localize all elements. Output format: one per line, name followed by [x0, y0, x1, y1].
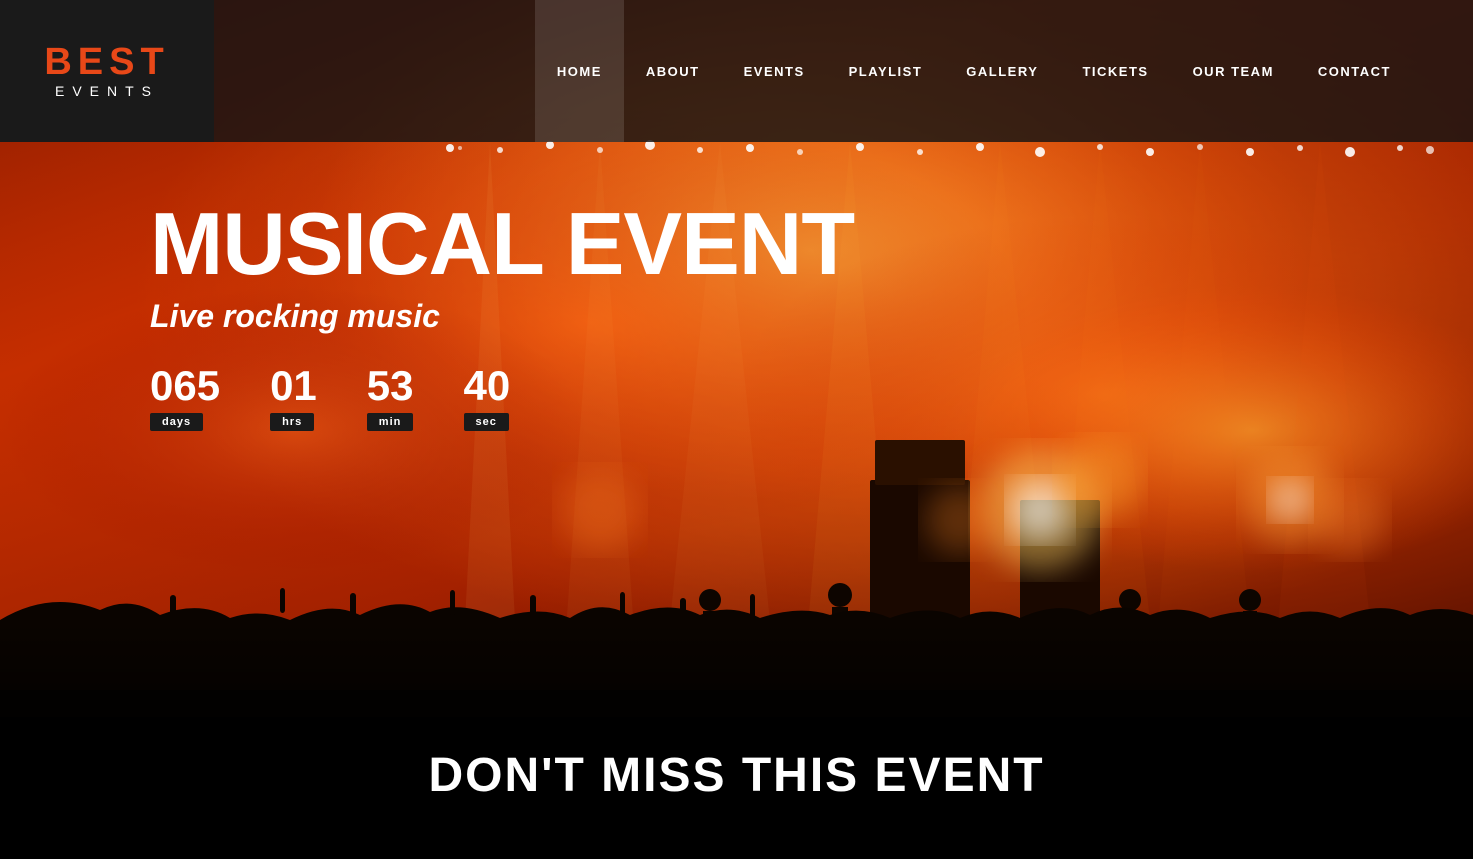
nav-item-playlist[interactable]: PLAYLIST: [827, 0, 945, 142]
logo-events[interactable]: EVENTS: [55, 83, 159, 99]
nav-item-about[interactable]: ABOUT: [624, 0, 722, 142]
countdown-days-label: days: [150, 413, 203, 431]
countdown-min-value: 53: [367, 365, 414, 407]
nav-item-home[interactable]: HOME: [535, 0, 624, 142]
countdown-days-value: 065: [150, 365, 220, 407]
hero-subtitle: Live rocking music: [150, 298, 854, 335]
nav-item-tickets[interactable]: TICKETS: [1060, 0, 1170, 142]
nav-item-contact[interactable]: CONTACT: [1296, 0, 1413, 142]
hero-content: MUSICAL EVENT Live rocking music 065 day…: [150, 200, 854, 431]
countdown-hrs-label: hrs: [270, 413, 314, 431]
countdown-sec-value: 40: [464, 365, 511, 407]
nav-item-gallery[interactable]: GALLERY: [944, 0, 1060, 142]
hero-title: MUSICAL EVENT: [150, 200, 854, 288]
main-nav: HOMEABOUTEVENTSPLAYLISTGALLERYTICKETSOUR…: [214, 0, 1473, 142]
bottom-section: Don't Miss This Event: [0, 717, 1473, 834]
nav-item-our-team[interactable]: OUR TEAM: [1171, 0, 1296, 142]
countdown-hrs: 01 hrs: [270, 365, 317, 431]
bottom-title: Don't Miss This Event: [428, 748, 1044, 803]
logo-best[interactable]: BEST: [44, 43, 169, 81]
countdown-days: 065 days: [150, 365, 220, 431]
countdown-min-label: min: [367, 413, 414, 431]
nav-item-events[interactable]: EVENTS: [722, 0, 827, 142]
countdown-sec-label: sec: [464, 413, 509, 431]
countdown-sec: 40 sec: [464, 365, 511, 431]
header: BEST EVENTS HOMEABOUTEVENTSPLAYLISTGALLE…: [0, 0, 1473, 142]
countdown-min: 53 min: [367, 365, 414, 431]
countdown-hrs-value: 01: [270, 365, 317, 407]
logo-block: BEST EVENTS: [0, 0, 214, 142]
countdown: 065 days 01 hrs 53 min 40 sec: [150, 365, 854, 431]
